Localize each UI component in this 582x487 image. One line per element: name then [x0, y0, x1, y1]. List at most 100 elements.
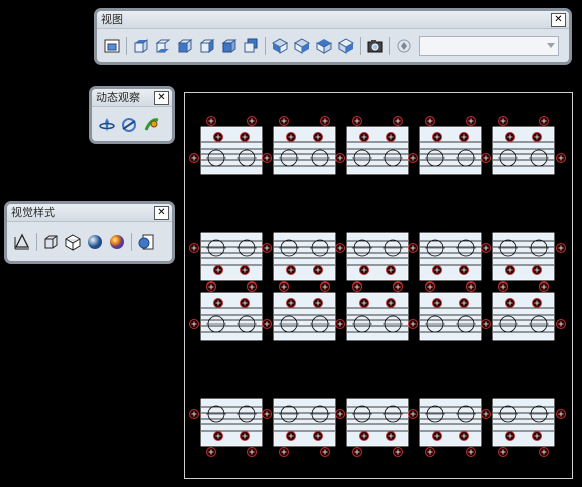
3d-wireframe-button[interactable]	[40, 231, 62, 253]
part-body	[200, 126, 263, 175]
right-view-icon	[199, 39, 215, 53]
cad-part[interactable]	[189, 232, 263, 291]
sw-iso-button[interactable]	[269, 35, 291, 57]
separator	[389, 37, 390, 55]
view-toolbar: 视图 ✕	[94, 8, 572, 65]
chevron-down-icon[interactable]	[547, 43, 555, 48]
cad-part[interactable]	[189, 398, 263, 457]
3d-wireframe-icon	[44, 235, 58, 249]
realistic-button[interactable]	[84, 231, 106, 253]
hidden-button[interactable]	[62, 231, 84, 253]
cad-part[interactable]	[262, 116, 336, 175]
part-body	[346, 292, 409, 341]
conceptual-icon	[110, 235, 124, 249]
separator	[126, 37, 127, 55]
part-body	[273, 126, 336, 175]
back-view-button[interactable]	[240, 35, 262, 57]
view-combo-button[interactable]	[393, 35, 415, 57]
se-iso-button[interactable]	[291, 35, 313, 57]
sw-iso-icon	[271, 38, 289, 54]
visual-styles-toolbar-panel: 视觉样式 ✕	[7, 204, 172, 261]
front-view-icon	[221, 39, 237, 53]
top-view-icon	[134, 39, 148, 53]
bottom-view-button[interactable]	[152, 35, 174, 57]
se-iso-icon	[293, 38, 311, 54]
cad-part[interactable]	[262, 232, 336, 291]
cad-part[interactable]	[335, 398, 409, 457]
part-body	[346, 398, 409, 447]
nw-iso-button[interactable]	[335, 35, 357, 57]
view-toolbar-buttons	[97, 30, 569, 62]
drawing-viewport[interactable]	[184, 92, 573, 479]
part-body	[419, 232, 482, 281]
cad-part[interactable]	[481, 232, 566, 291]
top-view-button[interactable]	[130, 35, 152, 57]
part-body	[346, 126, 409, 175]
view-toolbar-title-bar[interactable]: 视图 ✕	[97, 11, 569, 29]
visual-style-manager-button[interactable]	[135, 231, 157, 253]
2d-wireframe-button[interactable]	[11, 231, 33, 253]
front-view-button[interactable]	[218, 35, 240, 57]
part-body	[200, 232, 263, 281]
left-view-button[interactable]	[174, 35, 196, 57]
camera-button[interactable]	[364, 35, 386, 57]
cad-part[interactable]	[408, 398, 482, 457]
named-views-icon	[104, 39, 120, 53]
part-body	[346, 232, 409, 281]
orbit-toolbar-title: 动态观察	[96, 91, 140, 104]
orbit-toolbar-title-bar[interactable]: 动态观察 ✕	[92, 89, 172, 107]
left-view-icon	[177, 39, 193, 53]
part-body	[273, 232, 336, 281]
part-body	[200, 398, 263, 447]
view-toolbar-title: 视图	[101, 13, 123, 26]
cad-part[interactable]	[481, 116, 566, 175]
orbit-toolbar-close-button[interactable]: ✕	[154, 91, 169, 105]
view-toolbar-close-button[interactable]: ✕	[551, 13, 566, 27]
free-orbit-button[interactable]	[118, 114, 140, 136]
back-view-icon	[244, 38, 258, 53]
view-toolbar-panel: 视图 ✕	[97, 11, 569, 62]
cad-part[interactable]	[408, 282, 482, 341]
separator	[265, 37, 266, 55]
visual-styles-toolbar-title-bar[interactable]: 视觉样式 ✕	[7, 204, 172, 222]
view-combo-icon	[397, 39, 411, 53]
part-body	[492, 292, 555, 341]
realistic-icon	[88, 235, 102, 249]
constrained-orbit-icon	[99, 117, 115, 132]
part-body	[273, 398, 336, 447]
separator	[131, 233, 132, 251]
orbit-toolbar-panel: 动态观察 ✕	[92, 89, 172, 141]
drawing-canvas	[189, 116, 566, 457]
visual-styles-toolbar-title: 视觉样式	[11, 206, 55, 219]
conceptual-button[interactable]	[106, 231, 128, 253]
cad-part[interactable]	[408, 232, 482, 291]
cad-part[interactable]	[335, 116, 409, 175]
part-body	[419, 292, 482, 341]
visual-styles-toolbar-close-button[interactable]: ✕	[154, 206, 169, 220]
cad-part[interactable]	[408, 116, 482, 175]
nw-iso-icon	[337, 38, 355, 54]
hidden-icon	[65, 234, 81, 251]
part-body	[492, 398, 555, 447]
constrained-orbit-button[interactable]	[96, 114, 118, 136]
cad-part[interactable]	[262, 398, 336, 457]
view-select[interactable]	[419, 36, 559, 56]
part-body	[419, 126, 482, 175]
cad-part[interactable]	[335, 282, 409, 341]
cad-part[interactable]	[481, 398, 566, 457]
named-views-button[interactable]	[101, 35, 123, 57]
cad-part[interactable]	[262, 282, 336, 341]
right-view-button[interactable]	[196, 35, 218, 57]
continuous-orbit-icon	[144, 117, 159, 131]
cad-part[interactable]	[481, 282, 566, 341]
continuous-orbit-button[interactable]	[140, 114, 162, 136]
orbit-toolbar: 动态观察 ✕	[89, 86, 175, 144]
cad-part[interactable]	[335, 232, 409, 291]
cad-part[interactable]	[189, 282, 263, 341]
visual-styles-toolbar-buttons	[7, 223, 172, 261]
cad-part[interactable]	[189, 116, 263, 175]
separator	[360, 37, 361, 55]
ne-iso-button[interactable]	[313, 35, 335, 57]
ne-iso-icon	[316, 39, 332, 54]
part-body	[200, 292, 263, 341]
